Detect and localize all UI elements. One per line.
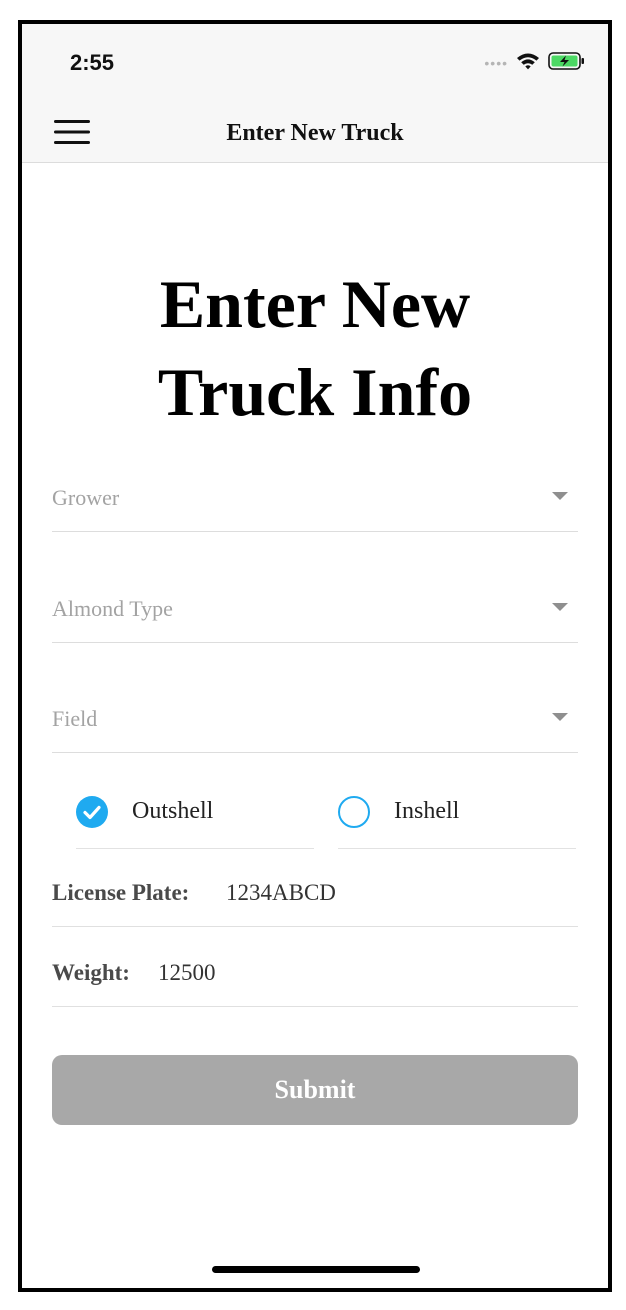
license-plate-label: License Plate: xyxy=(52,880,190,905)
inshell-label: Inshell xyxy=(394,798,460,824)
weight-input[interactable] xyxy=(158,958,558,988)
weight-label: Weight: xyxy=(52,960,130,985)
chevron-down-icon xyxy=(552,492,568,500)
outshell-radio[interactable]: Outshell xyxy=(76,786,314,849)
page-title-line2: Truck Info xyxy=(157,354,473,430)
home-indicator[interactable] xyxy=(212,1266,420,1273)
status-time: 2:55 xyxy=(70,50,115,75)
status-bar: 2:55 •••• xyxy=(22,24,608,104)
phone-screen: 2:55 •••• Enter New Truck Enter New Truc… xyxy=(18,20,612,1292)
status-icons: •••• xyxy=(484,51,586,76)
battery-charging-icon xyxy=(548,51,586,76)
page-title: Enter New Truck Info xyxy=(22,260,608,436)
wifi-icon xyxy=(516,51,540,76)
grower-dropdown[interactable]: Grower xyxy=(52,477,578,532)
weight-row: Weight: xyxy=(52,948,578,1007)
grower-dropdown-label: Grower xyxy=(52,485,120,510)
chevron-down-icon xyxy=(552,603,568,611)
chevron-down-icon xyxy=(552,713,568,721)
submit-button[interactable]: Submit xyxy=(52,1055,578,1125)
inshell-radio[interactable]: Inshell xyxy=(338,786,576,849)
page-title-line1: Enter New xyxy=(159,266,471,342)
outshell-label: Outshell xyxy=(132,798,214,824)
license-plate-input[interactable] xyxy=(226,878,566,908)
almond-type-dropdown-label: Almond Type xyxy=(52,596,173,621)
nav-title: Enter New Truck xyxy=(226,120,404,146)
radio-checked-icon xyxy=(76,796,108,828)
radio-unchecked-icon xyxy=(338,796,370,828)
field-dropdown-label: Field xyxy=(52,706,98,731)
signal-dots-icon: •••• xyxy=(484,55,508,71)
navigation-bar: Enter New Truck xyxy=(22,104,608,163)
field-dropdown[interactable]: Field xyxy=(52,698,578,753)
almond-type-dropdown[interactable]: Almond Type xyxy=(52,588,578,643)
license-plate-row: License Plate: xyxy=(52,868,578,927)
